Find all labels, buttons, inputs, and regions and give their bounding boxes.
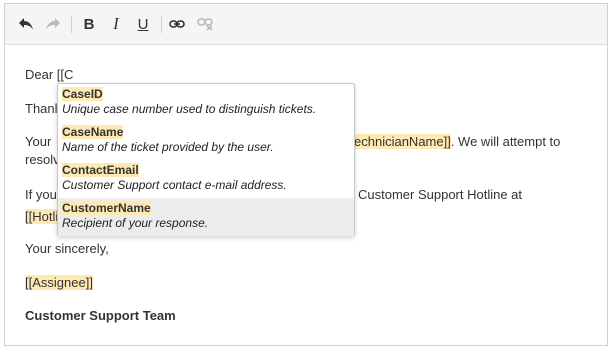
autocomplete-item-name-text: ContactEmail <box>62 163 139 177</box>
technician-name-placeholder: echnicianName]] <box>354 134 451 149</box>
link-icon <box>169 20 185 28</box>
closing-line: Your sincerely, <box>25 240 109 258</box>
signature-text: Customer Support Team <box>25 308 176 323</box>
paragraph-line-1: Your <box>25 133 51 151</box>
placeholder-autocomplete-dropdown: CaseID Unique case number used to distin… <box>57 83 355 236</box>
autocomplete-item-customername[interactable]: CustomerName Recipient of your response. <box>58 198 354 236</box>
toolbar-separator <box>161 16 162 33</box>
autocomplete-item-description: Unique case number used to distinguish t… <box>62 102 317 116</box>
underline-button[interactable]: U <box>131 12 155 36</box>
autocomplete-item-name-text: CustomerName <box>62 201 151 215</box>
greeting-line: Dear [[C <box>25 66 73 84</box>
autocomplete-item-name: CaseID <box>62 87 350 102</box>
hotline-placeholder: [[Hotli <box>25 209 59 224</box>
hotline-line-2: [[Hotli <box>25 208 59 226</box>
toolbar-separator <box>71 16 72 33</box>
assignee-placeholder: [[Assignee]] <box>25 275 93 290</box>
autocomplete-item-description: Recipient of your response. <box>62 216 209 230</box>
hotline-line-1-tail: Customer Support Hotline at <box>358 186 522 204</box>
paragraph-line-1-tail: echnicianName]]. We will attempt to <box>354 133 560 151</box>
typed-placeholder: [[C <box>56 67 74 82</box>
closing-text: Your sincerely, <box>25 241 109 256</box>
thanks-line: Thanl <box>25 100 58 118</box>
autocomplete-item-name: CaseName <box>62 125 350 140</box>
bold-button[interactable]: B <box>77 12 101 36</box>
hotline-text-end: Customer Support Hotline at <box>358 187 523 202</box>
autocomplete-item-name-text: CaseID <box>62 87 103 101</box>
signature-line: Customer Support Team <box>25 307 176 325</box>
paragraph-text-start: Your <box>25 134 52 149</box>
editor-toolbar: B I U <box>5 4 607 45</box>
autocomplete-item-contactemail[interactable]: ContactEmail Customer Support contact e-… <box>58 160 354 198</box>
italic-button[interactable]: I <box>104 12 128 36</box>
redo-icon <box>46 18 60 30</box>
autocomplete-item-description: Customer Support contact e-mail address. <box>62 178 287 192</box>
remove-link-button[interactable] <box>193 12 217 36</box>
autocomplete-item-caseid[interactable]: CaseID Unique case number used to distin… <box>58 84 354 122</box>
autocomplete-item-casename[interactable]: CaseName Name of the ticket provided by … <box>58 122 354 160</box>
hotline-line-1: If you <box>25 186 57 204</box>
paragraph-text-end: . We will attempt to <box>450 134 561 149</box>
autocomplete-item-name: ContactEmail <box>62 163 350 178</box>
greeting-text: Dear <box>25 67 57 82</box>
autocomplete-item-name-text: CaseName <box>62 125 124 139</box>
thanks-text: Thanl <box>25 101 58 116</box>
paragraph-text-start: resolv <box>25 152 60 167</box>
redo-button[interactable] <box>41 12 65 36</box>
assignee-line: [[Assignee]] <box>25 274 93 292</box>
undo-button[interactable] <box>14 12 38 36</box>
unlink-icon <box>197 18 213 31</box>
insert-link-button[interactable] <box>165 12 189 36</box>
paragraph-line-2: resolv <box>25 151 60 169</box>
autocomplete-item-description: Name of the ticket provided by the user. <box>62 140 274 154</box>
undo-icon <box>19 18 33 30</box>
hotline-text-start: If you <box>25 187 57 202</box>
autocomplete-item-name: CustomerName <box>62 201 350 216</box>
